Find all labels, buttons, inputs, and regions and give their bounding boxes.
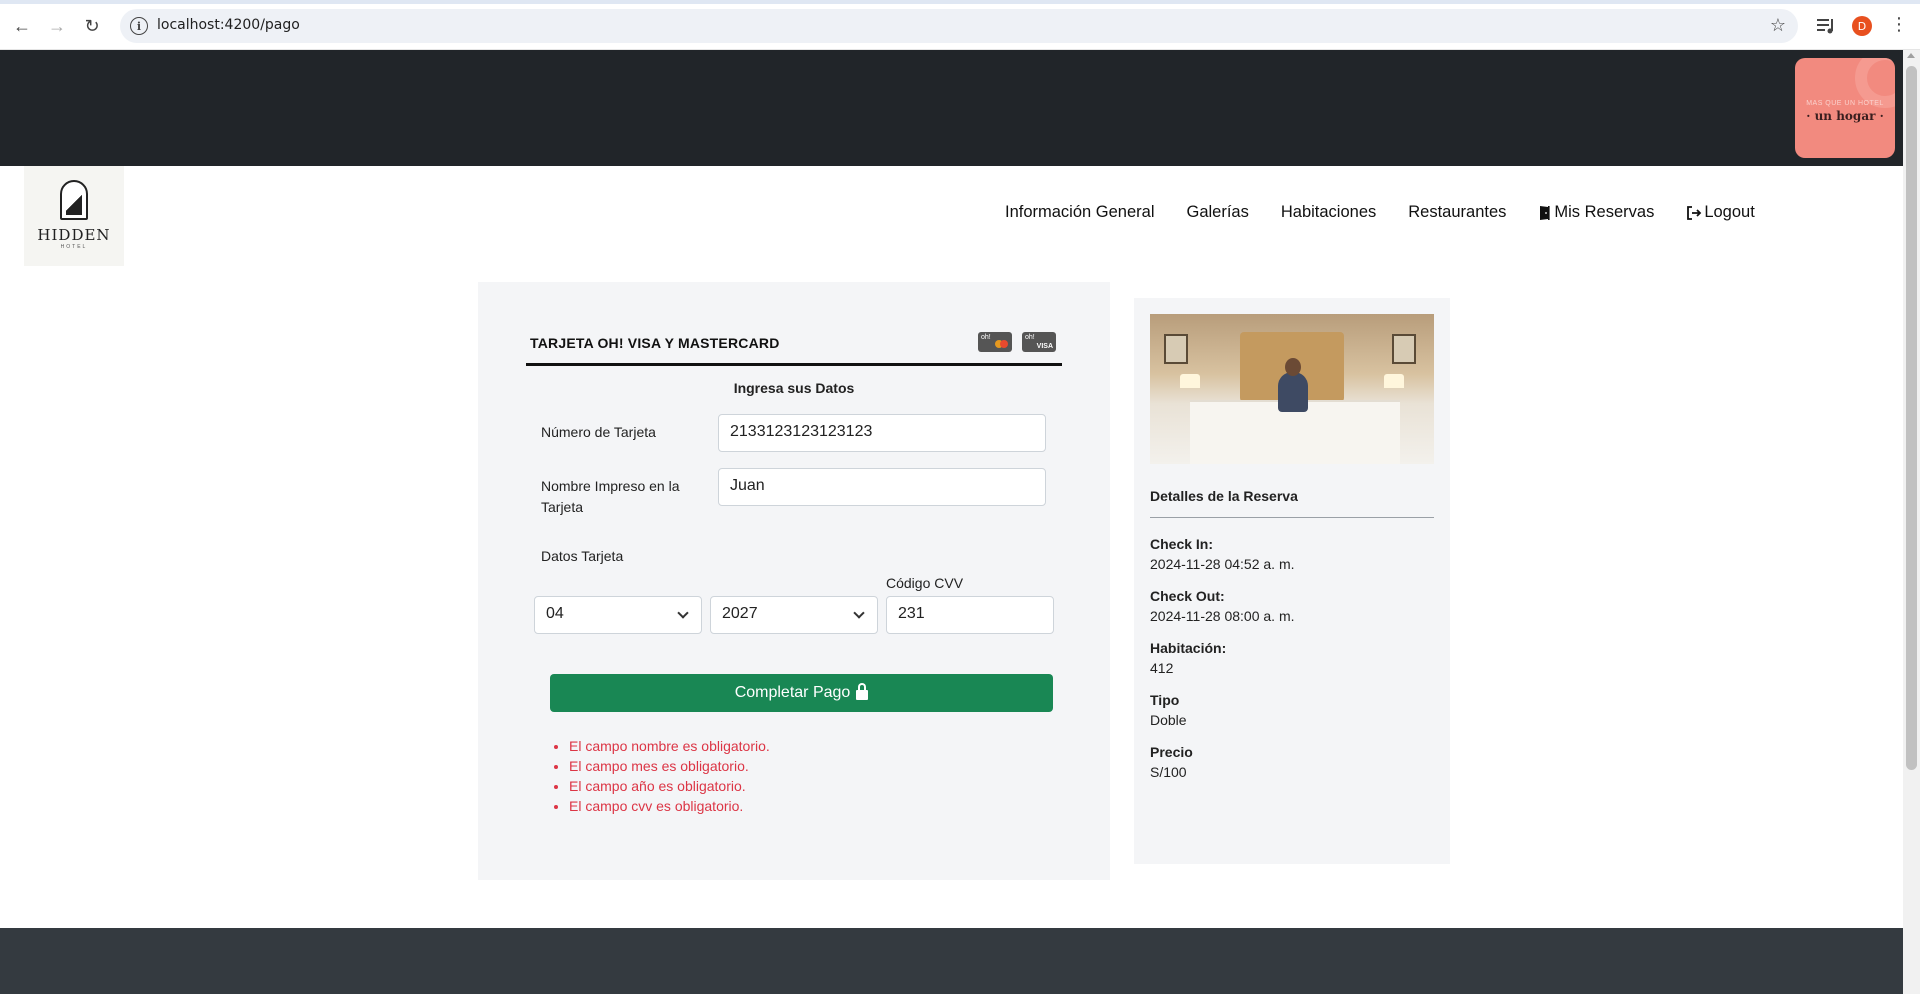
browser-tab-strip [0,0,1920,4]
checkout-value: 2024-11-28 08:00 a. m. [1150,608,1295,624]
form-subtitle: Ingresa sus Datos [733,380,855,396]
year-value: 2027 [722,605,758,622]
oh-visa-logo-icon: oh! VISA [1022,332,1056,352]
forward-icon[interactable]: → [45,14,69,38]
nav-informacion-general[interactable]: Información General [1005,203,1155,222]
card-type-title: TARJETA OH! VISA Y MASTERCARD [530,335,780,351]
error-message: El campo cvv es obligatorio. [569,796,770,816]
lock-icon [856,683,869,700]
nav-habitaciones[interactable]: Habitaciones [1281,203,1376,222]
checkin-value: 2024-11-28 04:52 a. m. [1150,556,1295,572]
door-icon [1540,205,1550,220]
person-head [1285,358,1301,376]
logo-emblem-icon [60,180,88,220]
nav-label: Logout [1704,203,1755,221]
logout-icon [1687,205,1702,220]
room-label: Habitación: [1150,640,1227,656]
reservation-panel: Detalles de la Reserva Check In: 2024-11… [1134,298,1450,864]
mastercard-circle [1000,340,1008,348]
reservation-title: Detalles de la Reserva [1150,488,1298,504]
media-controls-icon[interactable] [1815,14,1837,36]
cvv-input[interactable]: 231 [886,596,1054,634]
checkin-label: Check In: [1150,536,1214,552]
nav-label: Mis Reservas [1554,203,1655,221]
address-bar[interactable]: i localhost:4200/pago ☆ [120,9,1798,43]
error-message: El campo nombre es obligatorio. [569,736,770,756]
main-nav: Información General Galerías Habitacione… [1005,203,1787,222]
logo-name: HIDDEN [37,226,111,244]
cvv-label: Código CVV [886,575,964,591]
url-text[interactable]: localhost:4200/pago [157,17,300,33]
checkout-label: Check Out: [1150,588,1225,604]
promo-line2: · un hogar · [1806,109,1884,123]
nav-mis-reservas[interactable]: Mis Reservas [1538,203,1654,222]
expiry-month-select[interactable]: 04 [534,596,702,634]
nav-label: Restaurantes [1408,203,1507,221]
site-info-icon[interactable]: i [130,17,148,35]
visa-text: VISA [1036,343,1053,350]
person [1278,372,1308,412]
nav-logout[interactable]: Logout [1686,203,1755,222]
expiry-year-select[interactable]: 2027 [710,596,878,634]
card-header: TARJETA OH! VISA Y MASTERCARD oh! oh! VI… [526,330,1062,366]
logo-stairs [66,191,82,215]
chevron-down-icon [677,607,689,619]
nav-restaurantes[interactable]: Restaurantes [1408,203,1506,222]
browser-toolbar: ← → ↻ i localhost:4200/pago ☆ D ⋮ [0,0,1920,50]
bookmark-star-icon[interactable]: ☆ [1770,15,1786,36]
room-value: 412 [1150,660,1174,676]
complete-payment-label: Completar Pago [734,684,851,701]
room-photo [1150,314,1434,464]
payment-panel: TARJETA OH! VISA Y MASTERCARD oh! oh! VI… [478,282,1110,880]
profile-avatar[interactable]: D [1852,16,1872,36]
nav-label: Galerías [1186,203,1249,221]
reload-icon[interactable]: ↻ [80,14,104,38]
price-label: Precio [1150,744,1193,760]
promo-line1: MAS QUE UN HOTEL [1806,100,1884,107]
promo-badge[interactable]: MAS QUE UN HOTEL · un hogar · [1795,58,1895,158]
wall-picture [1164,334,1188,364]
card-logo-text: oh! [981,334,991,341]
oh-mastercard-logo-icon: oh! [978,332,1012,352]
logo-subtitle: HOTEL [60,244,88,250]
scroll-thumb[interactable] [1906,66,1917,770]
scroll-up-arrow-icon[interactable] [1907,53,1915,58]
card-number-input[interactable]: 2133123123123123 [718,414,1046,452]
divider [1150,517,1434,518]
card-logo-text: oh! [1025,334,1035,341]
card-number-label: Número de Tarjeta [541,424,656,440]
back-icon[interactable]: ← [10,14,34,38]
lamp [1384,374,1404,388]
complete-payment-button[interactable]: Completar Pago [550,674,1053,712]
cvv-value: 231 [898,605,925,622]
type-value: Doble [1150,712,1187,728]
month-value: 04 [546,605,564,622]
chevron-down-icon [853,607,865,619]
page-footer [0,928,1903,994]
type-label: Tipo [1150,692,1180,708]
error-list: El campo nombre es obligatorio. El campo… [557,736,770,816]
lamp [1180,374,1200,388]
card-name-input[interactable]: Juan [718,468,1046,506]
price-value: S/100 [1150,764,1187,780]
error-message: El campo año es obligatorio. [569,776,770,796]
nav-label: Información General [1005,203,1155,221]
nav-galerias[interactable]: Galerías [1187,203,1249,222]
card-name-label: Nombre Impreso en la Tarjeta [541,478,680,515]
wall-picture [1392,334,1416,364]
card-data-label: Datos Tarjeta [541,548,624,564]
hotel-logo[interactable]: HIDDEN HOTEL [24,166,124,266]
nav-label: Habitaciones [1280,203,1377,221]
browser-menu-icon[interactable]: ⋮ [1890,14,1908,35]
top-banner [0,50,1903,166]
page-scrollbar[interactable] [1903,50,1920,994]
error-message: El campo mes es obligatorio. [569,756,770,776]
